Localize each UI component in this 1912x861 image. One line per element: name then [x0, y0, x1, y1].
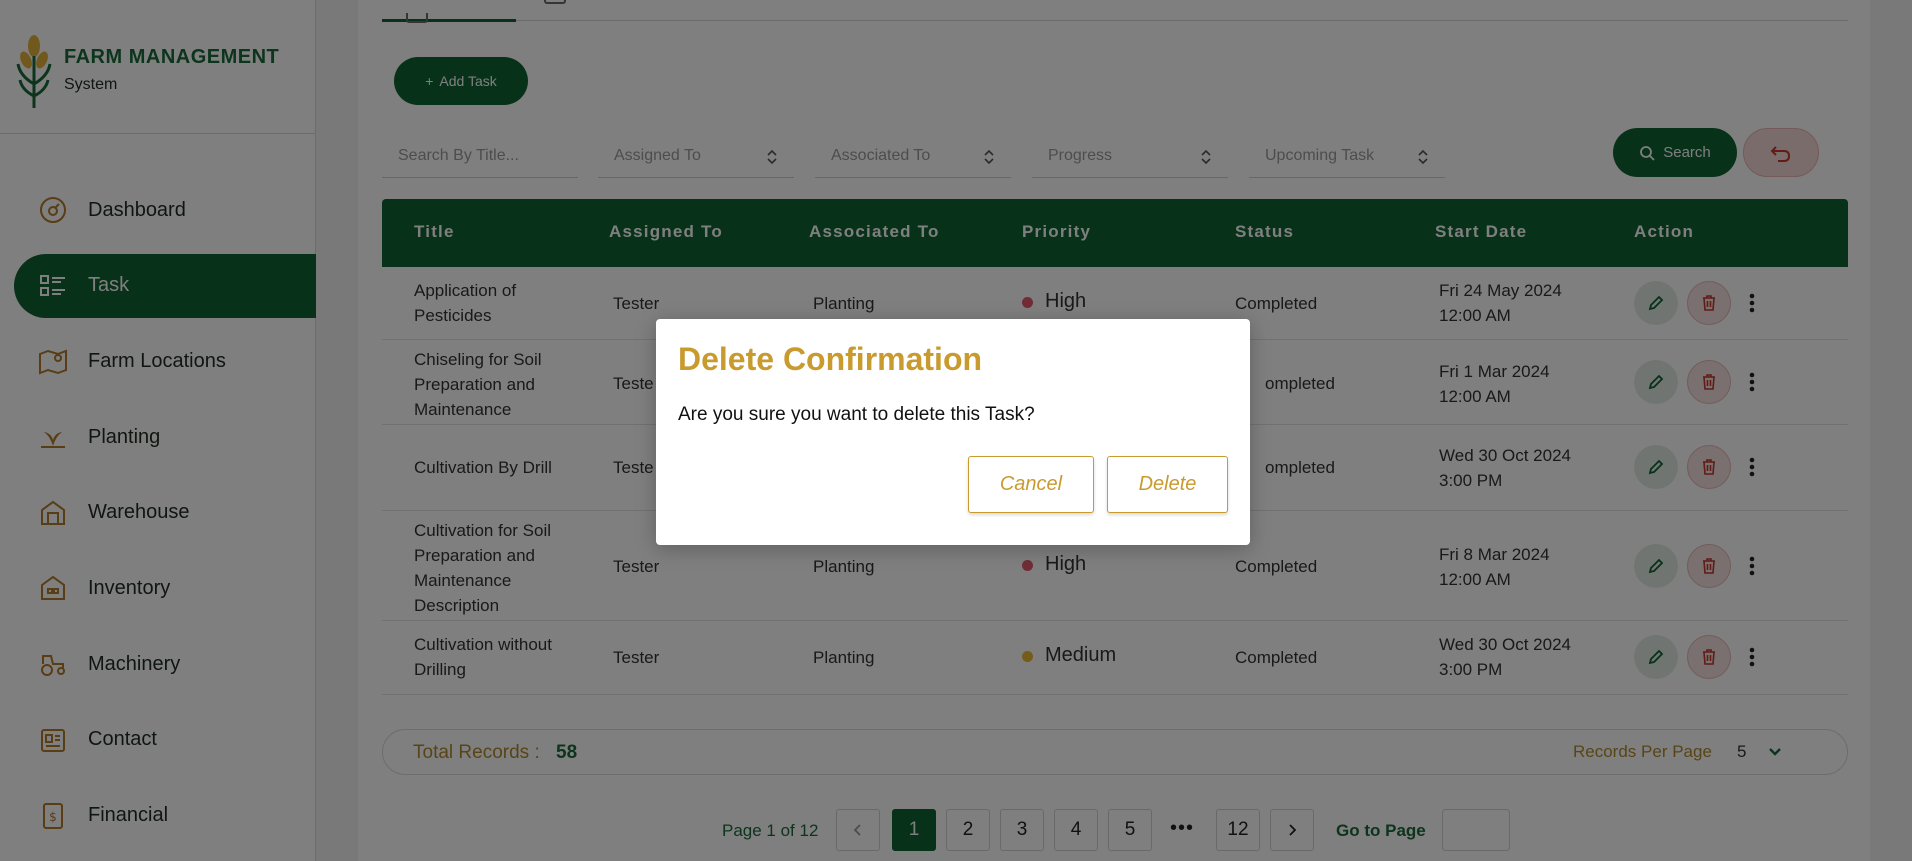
delete-confirm-button[interactable]: Delete: [1107, 456, 1228, 513]
delete-confirmation-dialog: Delete Confirmation Are you sure you wan…: [656, 319, 1250, 545]
dialog-message: Are you sure you want to delete this Tas…: [678, 404, 1035, 425]
dialog-title: Delete Confirmation: [678, 341, 983, 377]
cancel-button[interactable]: Cancel: [968, 456, 1094, 513]
